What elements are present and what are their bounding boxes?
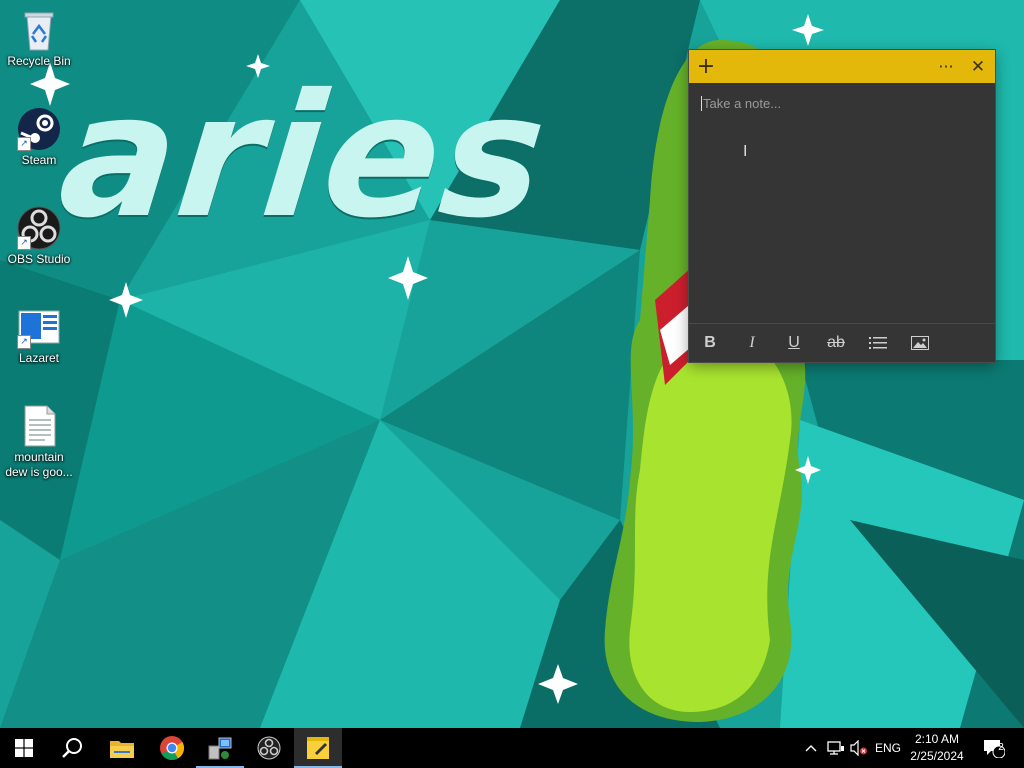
close-icon: ✕	[970, 56, 986, 77]
sticky-note-window: + ··· ✕ I B I U ab	[689, 50, 995, 362]
italic-button[interactable]: I	[735, 328, 769, 358]
network-icon	[827, 741, 844, 755]
desktop-icon-label: mountain dew is goo...	[5, 450, 73, 479]
shortcut-arrow-icon: ↗	[17, 236, 31, 250]
more-options-icon: ···	[938, 57, 954, 76]
shortcut-arrow-icon: ↗	[17, 335, 31, 349]
steam-icon: ↗	[17, 107, 61, 151]
strikethrough-button[interactable]: ab	[819, 328, 853, 358]
taskbar-running-app[interactable]	[196, 728, 244, 768]
obs-icon	[257, 736, 281, 760]
notification-count: 2	[998, 742, 1004, 753]
desktop-icon-recycle-bin[interactable]: Recycle Bin	[2, 4, 76, 69]
desktop-icon-obs-studio[interactable]: ↗ OBS Studio	[2, 202, 76, 267]
network-button[interactable]	[824, 728, 848, 768]
desktop-icon-lazaret[interactable]: ↗ Lazaret	[2, 301, 76, 366]
list-icon	[869, 337, 887, 349]
note-menu-button[interactable]: ···	[929, 50, 963, 83]
volume-muted-icon	[850, 740, 867, 756]
desktop-icon-steam[interactable]: ↗ Steam	[2, 103, 76, 168]
text-caret	[701, 96, 702, 111]
image-icon	[911, 336, 929, 350]
text-file-icon	[17, 404, 61, 448]
action-center-button[interactable]: 2	[978, 728, 1010, 768]
bold-button[interactable]: B	[693, 328, 727, 358]
search-icon	[62, 738, 82, 758]
show-hidden-icons-button[interactable]	[800, 728, 822, 768]
add-note-button[interactable]: +	[689, 50, 723, 83]
clock-time: 2:10 AM	[914, 732, 960, 746]
sticky-note-header[interactable]: + ··· ✕	[689, 50, 995, 83]
start-button[interactable]	[0, 728, 48, 768]
chevron-up-icon	[805, 741, 817, 755]
taskbar: ENG 2:10 AM 2/25/2024 2	[0, 728, 1024, 768]
search-button[interactable]	[48, 728, 96, 768]
underline-icon: U	[788, 334, 800, 351]
plus-icon: +	[696, 54, 716, 79]
note-content-area[interactable]: I	[689, 83, 995, 323]
sticky-notes-icon	[307, 737, 329, 759]
windows-logo-icon	[15, 739, 33, 757]
taskbar-obs[interactable]	[245, 728, 293, 768]
insert-image-button[interactable]	[903, 328, 937, 358]
strikethrough-icon: ab	[827, 334, 845, 351]
obs-icon: ↗	[17, 206, 61, 250]
language-indicator[interactable]: ENG	[872, 728, 904, 768]
folder-icon	[110, 741, 134, 758]
underline-button[interactable]: U	[777, 328, 811, 358]
chrome-icon	[160, 736, 184, 760]
taskbar-chrome[interactable]	[148, 728, 196, 768]
desktop-icon-label: Lazaret	[18, 351, 60, 365]
taskbar-sticky-notes[interactable]	[294, 728, 342, 768]
desktop-icon-label: Steam	[21, 153, 57, 167]
recycle-bin-icon	[17, 8, 61, 52]
italic-icon: I	[749, 334, 755, 351]
bold-icon: B	[704, 334, 716, 351]
taskbar-file-explorer[interactable]	[98, 728, 146, 768]
ibeam-cursor-icon: I	[743, 143, 748, 160]
installer-icon	[208, 737, 232, 760]
desktop-icon-label: Recycle Bin	[7, 54, 71, 68]
shortcut-arrow-icon: ↗	[17, 137, 31, 151]
clock-date: 2/25/2024	[910, 749, 964, 763]
language-label: ENG	[874, 741, 901, 755]
desktop-icon-text-file[interactable]: mountain dew is goo...	[2, 400, 76, 480]
volume-button[interactable]	[848, 728, 870, 768]
bulleted-list-button[interactable]	[861, 328, 895, 358]
desktop-icon-label: OBS Studio	[7, 252, 71, 266]
formatting-toolbar: B I U ab	[689, 323, 995, 362]
note-text-input[interactable]	[701, 95, 985, 112]
clock[interactable]: 2:10 AM 2/25/2024	[902, 731, 972, 765]
close-note-button[interactable]: ✕	[961, 50, 995, 83]
lazaret-icon: ↗	[17, 305, 61, 349]
wallpaper-text: aries	[51, 58, 556, 256]
